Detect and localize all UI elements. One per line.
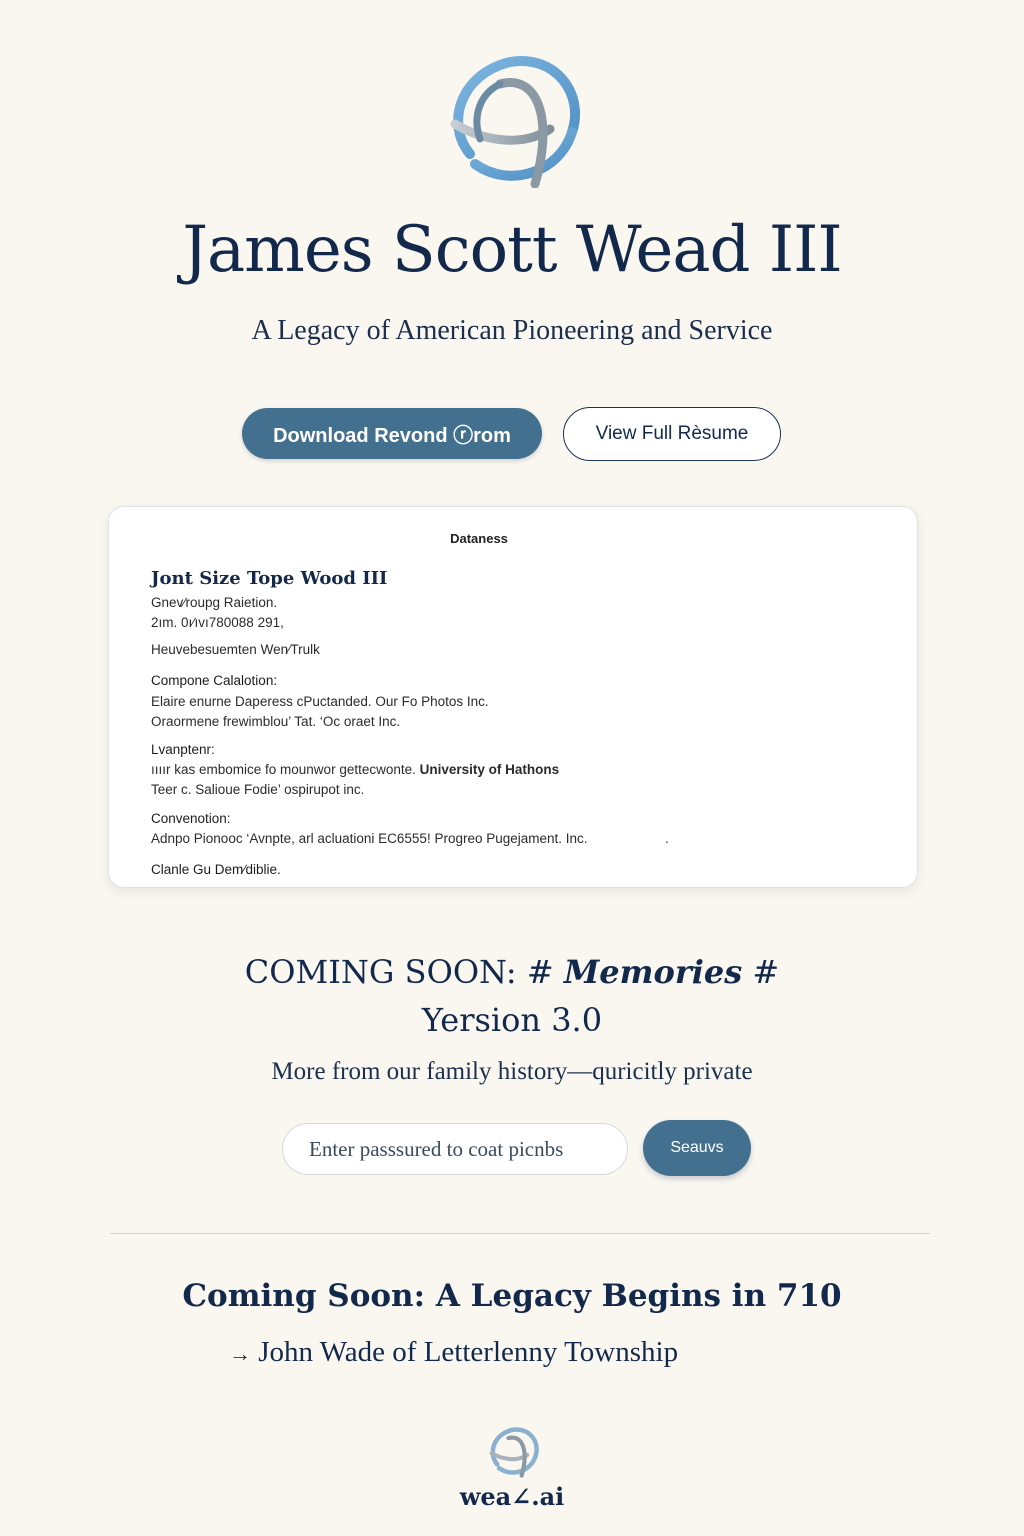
resume-section-label: Compone Calalotion: [151, 673, 278, 688]
resume-line: Teer c. Salioue Fodie’ ospirupot inc. [151, 782, 365, 797]
resume-university: University of Hathons [419, 762, 560, 777]
hash-right: # [752, 953, 780, 991]
arrow-right-icon: → [229, 1341, 251, 1366]
resume-name: Jont Size Tope Wood III [151, 568, 388, 589]
password-input[interactable] [282, 1123, 628, 1175]
resume-line: Adnpo Pionooc ‘Avnpte, arl acluationi EC… [151, 831, 588, 846]
card-header: Dataness [450, 531, 508, 546]
resume-line: Elaire enurne Daperess cPuctanded. Our F… [151, 694, 489, 709]
legacy-subtitle-text: John Wade of Letterlenny Township [258, 1336, 679, 1368]
legacy-heading: Coming Soon: A Legacy Begins in 710 [182, 1278, 842, 1314]
version-text: Yersion 3.0 [421, 1001, 603, 1039]
resume-section-label: Convenotion: [151, 811, 231, 826]
resume-line: Gnev∕roupg Raietion. [151, 595, 278, 610]
resume-section-label: Lvanptenr: [151, 742, 215, 757]
footer-logo-icon [486, 1426, 540, 1478]
submit-button[interactable]: Seauvs [643, 1120, 751, 1176]
hash-left: # [526, 953, 554, 991]
memories-word: Memories [563, 953, 743, 991]
brand-logo-icon [440, 54, 584, 189]
resume-section-label: Clanle Gu Dem∕diblie. [151, 862, 281, 877]
legacy-subtitle: → John Wade of Letterlenny Township [229, 1332, 678, 1374]
footer-brand: wea∠.ai [459, 1482, 565, 1511]
private-note: More from our family history—quricitly p… [271, 1058, 753, 1085]
resume-line: Heuvebesuemten Wen∕Trulk [151, 642, 320, 657]
resume-line-dot: . [665, 831, 669, 846]
section-divider [110, 1233, 930, 1234]
resume-line: ıııır kas embomice fo mounwor gettecwont… [151, 762, 559, 777]
coming-soon-text: COMING SOON [244, 953, 506, 991]
resume-line-text: ıııır kas embomice fo mounwor gettecwont… [151, 762, 416, 777]
memories-heading: COMING SOON: # Memories # [0, 950, 1024, 994]
resume-line: 2ım. 0ı∕ıvı780088 291, [151, 615, 284, 630]
download-button[interactable]: Download Revond ⓡrom [242, 408, 542, 459]
view-resume-button[interactable]: View Full Rèsume [563, 407, 781, 461]
resume-preview-card: Dataness Jont Size Tope Wood III Gnev∕ro… [108, 506, 918, 888]
colon-text: : [505, 953, 517, 991]
resume-line: Oraormene frewimblou’ Tat. ‘Oc oraet Inc… [151, 714, 401, 729]
page-subtitle: A Legacy of American Pioneering and Serv… [251, 315, 773, 346]
page-title: James Scott Wead III [182, 213, 842, 287]
